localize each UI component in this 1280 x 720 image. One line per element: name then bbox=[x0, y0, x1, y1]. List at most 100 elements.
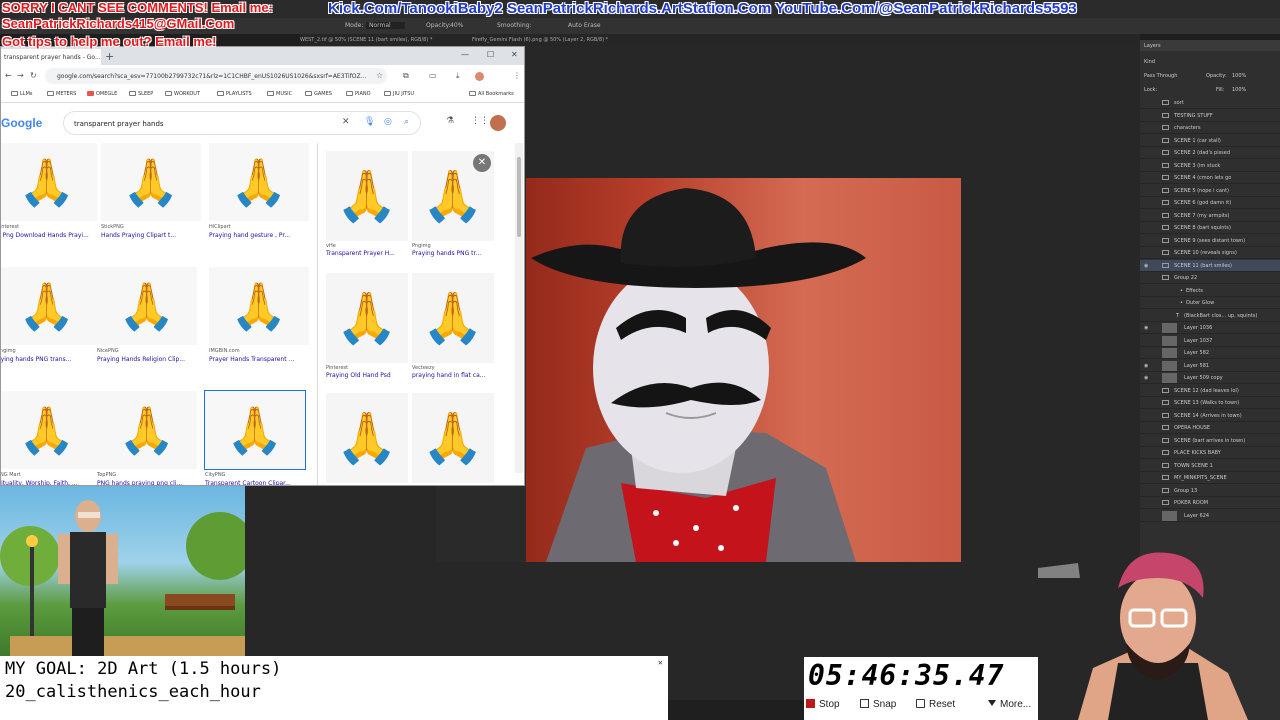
layer-row[interactable]: SCENE 13 (Walks to town) bbox=[1140, 397, 1280, 409]
layer-row[interactable]: characters bbox=[1140, 122, 1280, 134]
layer-row[interactable]: SCENE 7 (my armpits) bbox=[1140, 210, 1280, 222]
result-thumbnail[interactable]: 🙏 bbox=[209, 143, 309, 221]
search-input[interactable]: transparent prayer hands ✕ 🎙 ◎ ⌕ bbox=[63, 111, 421, 135]
bookmark-playlists[interactable]: PLAYLISTS bbox=[217, 91, 252, 97]
related-thumbnail[interactable]: 🙏 bbox=[326, 273, 408, 363]
minimize-icon[interactable]: — bbox=[461, 50, 469, 59]
browser-tab-active[interactable]: transparent prayer hands - Go... bbox=[1, 49, 101, 65]
stop-button[interactable]: Stop bbox=[806, 699, 840, 710]
google-logo[interactable]: Google bbox=[1, 116, 42, 130]
related-title[interactable]: Praying hands PNG tr... bbox=[412, 250, 481, 257]
profile-avatar[interactable] bbox=[475, 72, 484, 81]
close-panel-icon[interactable]: ✕ bbox=[473, 154, 491, 172]
snap-button[interactable]: Snap bbox=[860, 699, 896, 710]
related-title[interactable]: praying hand in flat ca... bbox=[412, 372, 485, 379]
download-icon[interactable]: ⤓ bbox=[456, 71, 460, 81]
blend-mode-select[interactable]: Pass Through bbox=[1144, 73, 1177, 79]
result-source[interactable]: TopPNG bbox=[97, 472, 116, 478]
result-title[interactable]: Praying hand gesture , Pr... bbox=[209, 232, 290, 239]
layer-row[interactable]: ◉ Layer 1036 bbox=[1140, 322, 1280, 334]
related-image[interactable]: 🙏 vHe Transparent Prayer H... bbox=[326, 151, 414, 261]
result-thumbnail[interactable]: 🙏 bbox=[1, 267, 97, 345]
eye-icon[interactable]: ◉ bbox=[1144, 363, 1150, 369]
result-thumbnail[interactable]: 🙏 bbox=[204, 390, 306, 470]
back-icon[interactable]: ← bbox=[5, 71, 12, 80]
result-source[interactable]: Pinterest bbox=[1, 224, 19, 230]
bookmark-meters[interactable]: METERS bbox=[47, 91, 76, 97]
labs-flask-icon[interactable]: ⚗ bbox=[446, 116, 454, 126]
layer-row[interactable]: POKER ROOM bbox=[1140, 497, 1280, 509]
eye-icon[interactable]: ◉ bbox=[1144, 263, 1150, 269]
layer-row[interactable]: TOWN SCENE 1 bbox=[1140, 460, 1280, 472]
microphone-icon[interactable]: 🎙 bbox=[364, 117, 375, 127]
related-thumbnail[interactable]: 🙏 bbox=[412, 273, 494, 363]
layer-row[interactable]: SCENE 12 (dad leaves lol) bbox=[1140, 385, 1280, 397]
eye-icon[interactable]: ◉ bbox=[1144, 375, 1150, 381]
result-thumbnail[interactable]: 🙏 bbox=[1, 391, 97, 469]
doc-tab-2[interactable]: Firefly_Gemini Flash (6).png @ 50% (Laye… bbox=[472, 37, 608, 43]
layer-row[interactable]: Layer 624 bbox=[1140, 510, 1280, 522]
result-source[interactable]: CityPNG bbox=[205, 472, 225, 478]
layer-row[interactable]: ◉ Layer 509 copy bbox=[1140, 372, 1280, 384]
maximize-icon[interactable]: ☐ bbox=[487, 50, 494, 59]
result-title[interactable]: e Png Download Hands Prayi... bbox=[1, 232, 89, 239]
image-result[interactable]: 🙏 TopPNG PNG hands praying png cli... bbox=[97, 391, 202, 485]
bookmark-piano[interactable]: PIANO bbox=[346, 91, 371, 97]
page-scrollbar-thumb[interactable] bbox=[517, 157, 521, 237]
result-thumbnail[interactable]: 🙏 bbox=[209, 267, 309, 345]
search-icon[interactable]: ⌕ bbox=[404, 117, 409, 127]
result-title[interactable]: Prayer Hands Transparent ... bbox=[209, 356, 294, 363]
opacity-value[interactable]: 100% bbox=[1232, 73, 1246, 79]
related-thumbnail[interactable]: 🙏 bbox=[326, 151, 408, 241]
image-result[interactable]: 🙏PNG Martirituality, Worship, Faith, ... bbox=[1, 391, 102, 485]
layer-filter-kind[interactable]: Kind bbox=[1144, 59, 1155, 65]
screenshot-icon[interactable]: ▭ bbox=[429, 71, 437, 80]
layer-row[interactable]: Group 13 bbox=[1140, 485, 1280, 497]
eye-icon[interactable]: ◉ bbox=[1144, 325, 1150, 331]
bookmark-games[interactable]: GAMES bbox=[305, 91, 332, 97]
layer-row[interactable]: MY_MINKPITS_SCENE bbox=[1140, 472, 1280, 484]
related-source[interactable]: vHe bbox=[326, 243, 336, 249]
image-result[interactable]: 🙏 StickPNG Hands Praying Clipart t... bbox=[101, 143, 206, 263]
image-result[interactable]: 🙏 CityPNG Transparent Cartoon Clipar... bbox=[204, 390, 310, 485]
related-thumbnail[interactable]: 🙏 bbox=[326, 393, 408, 483]
bookmark-music[interactable]: MUSIC bbox=[267, 91, 292, 97]
menu-dots-icon[interactable]: ⋮ bbox=[513, 71, 521, 80]
layer-row[interactable]: SCENE 10 (reveals signs) bbox=[1140, 247, 1280, 259]
image-result[interactable]: 🙏 IMGBIN.com Prayer Hands Transparent ... bbox=[209, 267, 311, 387]
mode-select[interactable]: Normal bbox=[366, 22, 405, 29]
bookmark-workout[interactable]: WORKOUT bbox=[165, 91, 200, 97]
forward-icon[interactable]: → bbox=[17, 71, 24, 80]
result-thumbnail[interactable]: 🙏 bbox=[1, 143, 97, 221]
layer-row[interactable]: SCENE 14 (Arrives in town) bbox=[1140, 410, 1280, 422]
related-image[interactable]: 🙏 Vecteezy praying hand in flat ca... bbox=[412, 273, 500, 383]
apps-grid-icon[interactable]: ⋮⋮ bbox=[471, 116, 489, 126]
related-source[interactable]: Pinterest bbox=[326, 365, 348, 371]
result-source[interactable]: NicePNG bbox=[97, 348, 119, 354]
layer-row[interactable]: ◉ SCENE 11 (bart smiles) bbox=[1140, 259, 1280, 272]
result-thumbnail[interactable]: 🙏 bbox=[101, 143, 201, 221]
result-title[interactable]: Hands Praying Clipart t... bbox=[101, 232, 176, 239]
result-source[interactable]: Pngimg bbox=[1, 348, 16, 354]
bookmark-sleep[interactable]: SLEEP bbox=[129, 91, 153, 97]
related-source[interactable]: Vecteezy bbox=[412, 365, 435, 371]
result-thumbnail[interactable]: 🙏 bbox=[97, 267, 197, 345]
layer-row[interactable]: SCENE 5 (nope i cant) bbox=[1140, 185, 1280, 197]
layer-row[interactable]: SCENE 1 (car stall) bbox=[1140, 135, 1280, 147]
bookmark-star-icon[interactable]: ☆ bbox=[376, 71, 383, 80]
reload-icon[interactable]: ↻ bbox=[30, 71, 37, 80]
layer-row[interactable]: Group 22 bbox=[1140, 272, 1280, 284]
layer-row[interactable]: T (BlackBart clos... up, squints) bbox=[1140, 310, 1280, 322]
clear-search-icon[interactable]: ✕ bbox=[342, 117, 350, 127]
image-result[interactable]: 🙏 NicePNG Praying Hands Religion Clip... bbox=[97, 267, 202, 387]
address-bar[interactable]: google.com/search?sca_esv=77100b2799732c… bbox=[45, 68, 387, 84]
layer-row[interactable]: sort bbox=[1140, 97, 1280, 109]
goal-close-icon[interactable]: ✕ bbox=[658, 658, 663, 667]
layer-row[interactable]: PLACE KICKS BABY bbox=[1140, 447, 1280, 459]
layer-row[interactable]: SCENE 6 (god damn it) bbox=[1140, 197, 1280, 209]
result-title[interactable]: aying hands PNG trans... bbox=[1, 356, 71, 363]
layer-row[interactable]: SCENE 3 (im stuck bbox=[1140, 160, 1280, 172]
doc-tab-active[interactable]: WEST_2.tif @ 50% (SCENE 11 (bart smiles)… bbox=[300, 37, 432, 43]
related-image[interactable]: 🙏 Pinterest Praying Old Hand Psd bbox=[326, 273, 414, 383]
layer-row[interactable]: Layer 582 bbox=[1140, 347, 1280, 359]
